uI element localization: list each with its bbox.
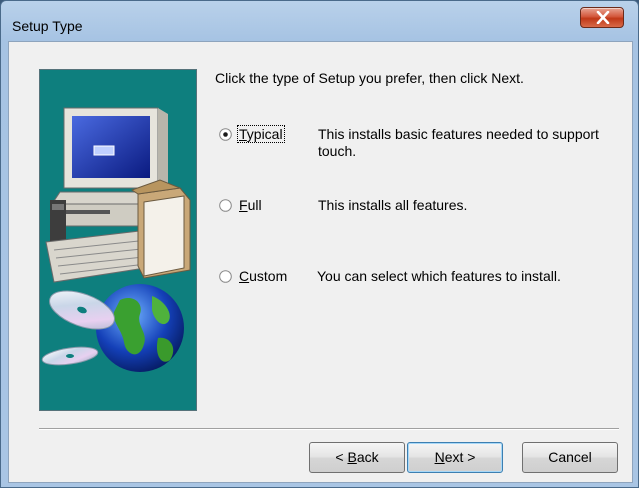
next-button[interactable]: Next > — [407, 442, 503, 473]
option-full-label[interactable]: Full — [239, 197, 262, 213]
cancel-button[interactable]: Cancel — [522, 442, 618, 473]
setup-illustration — [39, 69, 197, 411]
option-typical-label[interactable]: Typical — [237, 125, 285, 143]
mnemonic-c: C — [239, 268, 250, 284]
close-button[interactable] — [580, 7, 624, 28]
back-button[interactable]: < Back — [309, 442, 405, 473]
radio-full[interactable] — [219, 199, 232, 212]
radio-typical[interactable] — [219, 128, 232, 141]
option-full-description: This installs all features. — [318, 197, 468, 213]
setup-type-dialog: Setup Type Click the type of Setup you p… — [0, 0, 639, 488]
dialog-client-area: Click the type of Setup you prefer, then… — [8, 41, 633, 483]
close-x-icon — [596, 11, 610, 24]
option-typical-description: This installs basic features needed to s… — [318, 126, 599, 159]
instruction-text: Click the type of Setup you prefer, then… — [215, 70, 524, 86]
mnemonic-t: T — [239, 126, 247, 142]
option-custom-label[interactable]: Custom — [239, 268, 287, 284]
option-custom-description: You can select which features to install… — [317, 268, 561, 284]
computer-and-globe-illustration — [41, 107, 191, 372]
separator-line — [39, 428, 619, 430]
mnemonic-f: F — [239, 197, 248, 213]
title-bar[interactable]: Setup Type — [1, 1, 638, 41]
window-title: Setup Type — [12, 18, 83, 34]
radio-custom[interactable] — [219, 270, 232, 283]
